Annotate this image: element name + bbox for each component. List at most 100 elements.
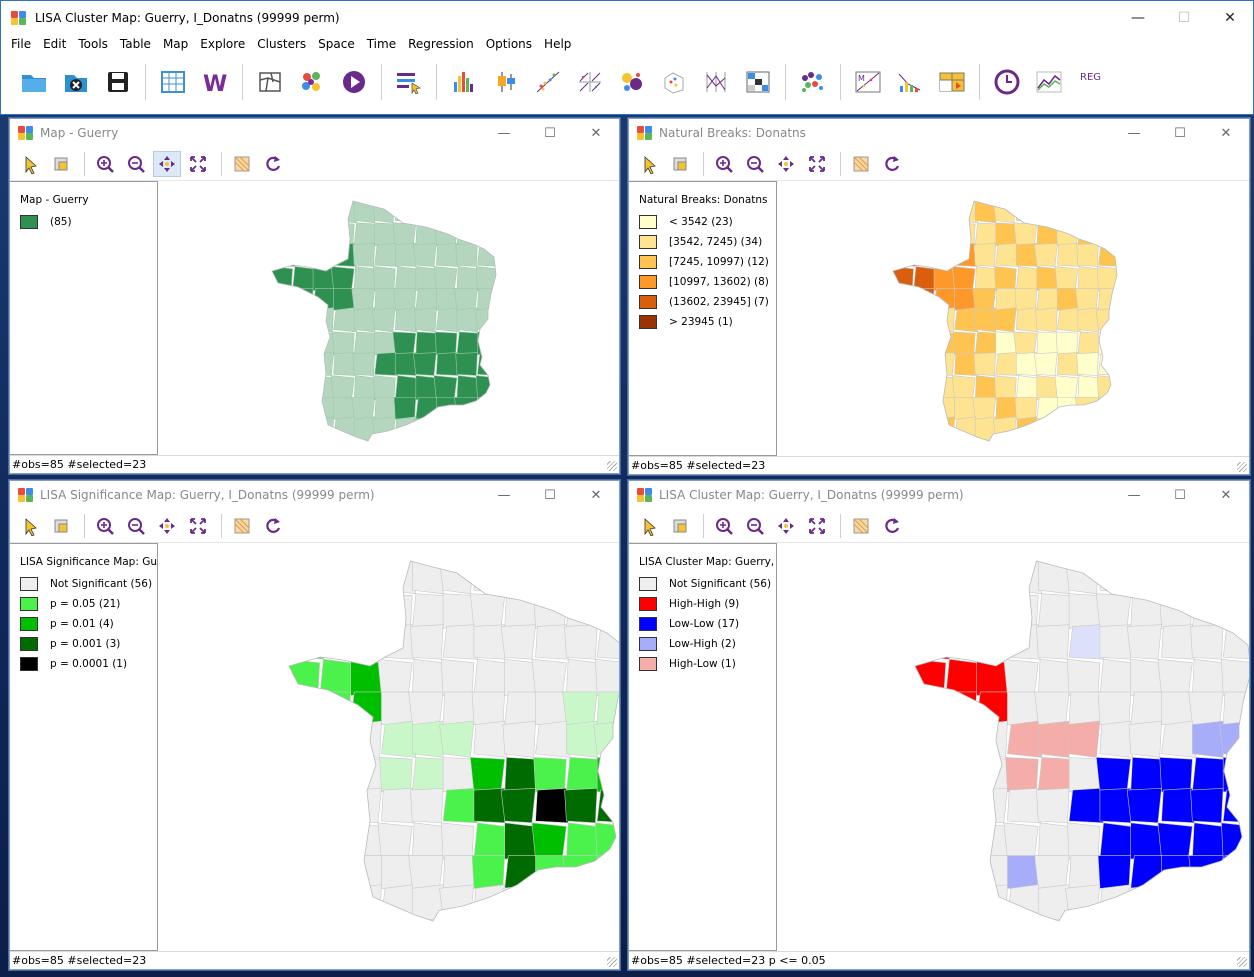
map-region[interactable] xyxy=(913,266,937,292)
map-region[interactable] xyxy=(319,658,355,696)
selection-mode-icon[interactable] xyxy=(666,513,694,539)
map-region[interactable] xyxy=(533,593,567,629)
choropleth-map[interactable] xyxy=(158,181,619,455)
window-titlebar[interactable]: LISA Significance Map: Guerry, I_Donatns… xyxy=(10,481,619,509)
map-region[interactable] xyxy=(1130,658,1162,696)
map-region[interactable] xyxy=(504,757,538,793)
map-region[interactable] xyxy=(351,287,376,311)
refresh-icon[interactable] xyxy=(878,513,906,539)
map-region[interactable] xyxy=(434,331,458,356)
map-region[interactable] xyxy=(1035,307,1058,333)
conditional-plot-icon[interactable] xyxy=(740,64,776,100)
map-region[interactable] xyxy=(394,375,419,401)
map-region[interactable] xyxy=(1077,331,1102,356)
map-region[interactable] xyxy=(414,199,437,224)
selection-mode-icon[interactable] xyxy=(47,151,75,177)
choropleth-map[interactable] xyxy=(158,543,619,951)
map-region[interactable] xyxy=(1068,855,1103,889)
map-region[interactable] xyxy=(915,593,947,629)
map-region[interactable] xyxy=(381,720,417,758)
close-button[interactable]: ✕ xyxy=(573,488,619,503)
map-region[interactable] xyxy=(377,822,413,860)
map-region[interactable] xyxy=(954,307,978,333)
map-region[interactable] xyxy=(413,243,437,267)
map-region[interactable] xyxy=(350,593,384,629)
map-region[interactable] xyxy=(1221,822,1249,860)
map-region[interactable] xyxy=(1188,855,1224,889)
map-region[interactable] xyxy=(348,557,382,595)
map-region[interactable] xyxy=(272,287,295,311)
zoom-in-icon[interactable] xyxy=(710,151,738,177)
map-region[interactable] xyxy=(976,658,1008,696)
menu-time[interactable]: Time xyxy=(361,37,402,51)
lisa-icon[interactable] xyxy=(892,64,928,100)
map-region[interactable] xyxy=(1054,266,1079,292)
map-region[interactable] xyxy=(1075,287,1099,311)
map-region[interactable] xyxy=(442,593,475,629)
pan-icon[interactable] xyxy=(772,151,800,177)
pan-icon[interactable] xyxy=(153,150,181,177)
close-button[interactable]: ✕ xyxy=(1203,126,1249,141)
map-region[interactable] xyxy=(312,287,337,311)
map-region[interactable] xyxy=(381,624,415,660)
map-region[interactable] xyxy=(436,307,460,333)
map-region[interactable] xyxy=(1095,757,1132,793)
map-region[interactable] xyxy=(1037,720,1070,758)
map-region[interactable] xyxy=(414,416,437,441)
pan-icon[interactable] xyxy=(153,513,181,539)
map-region[interactable] xyxy=(912,287,935,311)
map-region[interactable] xyxy=(995,243,1020,267)
legend-item[interactable]: Not Significant (56) xyxy=(20,574,157,594)
map-region[interactable] xyxy=(531,658,567,696)
map-region[interactable] xyxy=(911,557,947,595)
map-region[interactable] xyxy=(477,352,500,376)
map-region[interactable] xyxy=(1161,691,1193,725)
window-titlebar[interactable]: LISA Cluster Map: Guerry, I_Donatns (999… xyxy=(629,481,1249,509)
legend-item[interactable]: > 23945 (1) xyxy=(639,312,776,332)
map-region[interactable] xyxy=(941,593,977,629)
map-region[interactable] xyxy=(411,593,448,629)
map-region[interactable] xyxy=(411,757,448,793)
map-region[interactable] xyxy=(333,397,355,420)
map-region[interactable] xyxy=(913,352,935,376)
map-region[interactable] xyxy=(1157,822,1193,860)
map-region[interactable] xyxy=(972,624,1008,660)
map-region[interactable] xyxy=(374,331,396,356)
map-region[interactable] xyxy=(893,287,916,311)
map-region[interactable] xyxy=(910,331,935,356)
map-region[interactable] xyxy=(311,416,334,441)
map-region[interactable] xyxy=(272,222,293,247)
map-region[interactable] xyxy=(1190,787,1224,824)
map-region[interactable] xyxy=(1099,787,1132,824)
map-region[interactable] xyxy=(566,884,598,921)
map-region[interactable] xyxy=(477,222,498,247)
map-region[interactable] xyxy=(1035,416,1058,441)
refresh-icon[interactable] xyxy=(878,151,906,177)
map-region[interactable] xyxy=(381,855,413,889)
menu-map[interactable]: Map xyxy=(157,37,194,51)
map-region[interactable] xyxy=(374,243,399,267)
map-region[interactable] xyxy=(471,855,506,889)
map-region[interactable] xyxy=(932,307,955,333)
map-region[interactable] xyxy=(1068,757,1101,793)
map-region[interactable] xyxy=(1036,397,1061,420)
map-region[interactable] xyxy=(415,331,438,356)
map-region[interactable] xyxy=(943,855,977,889)
map-region[interactable] xyxy=(312,397,337,420)
map-layer-icon[interactable] xyxy=(228,513,256,539)
map-region[interactable] xyxy=(469,757,506,793)
main-titlebar[interactable]: LISA Cluster Map: Guerry, I_Donatns (999… xyxy=(1,1,1253,35)
map-region[interactable] xyxy=(504,593,538,629)
map-region[interactable] xyxy=(915,691,948,725)
refresh-icon[interactable] xyxy=(259,513,287,539)
map-region[interactable] xyxy=(1099,658,1135,696)
map-region[interactable] xyxy=(995,222,1017,247)
map-region[interactable] xyxy=(992,199,1017,224)
map-region[interactable] xyxy=(1130,822,1162,860)
map-region[interactable] xyxy=(333,243,356,267)
map-region[interactable] xyxy=(311,199,334,224)
map-region[interactable] xyxy=(352,352,376,376)
map-icon[interactable] xyxy=(252,64,288,100)
menu-file[interactable]: File xyxy=(5,37,37,51)
map-region[interactable] xyxy=(502,884,536,921)
